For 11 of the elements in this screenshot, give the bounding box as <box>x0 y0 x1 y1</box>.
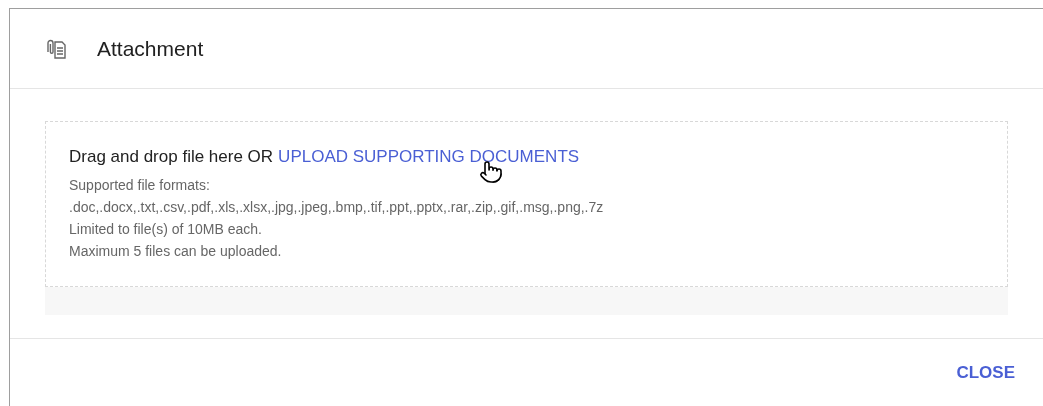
dialog-title: Attachment <box>97 35 204 62</box>
format-note: .doc,.docx,.txt,.csv,.pdf,.xls,.xlsx,.jpg,.jpeg,.bmp,.tif,.ppt,.pptx,.rar,.zip,.gif,.msg,.png,.7z <box>69 197 604 217</box>
format-note: Maximum 5 files can be uploaded. <box>69 241 282 261</box>
close-button[interactable]: CLOSE <box>948 353 1023 392</box>
upload-link[interactable]: UPLOAD SUPPORTING DOCUMENTS <box>278 144 580 170</box>
attachment-document-icon <box>45 38 67 59</box>
drop-zone[interactable] <box>45 121 1008 287</box>
hand-cursor-icon <box>479 160 503 184</box>
format-note: Supported file formats: <box>69 175 210 195</box>
drop-prompt: Drag and drop file here OR <box>69 146 274 168</box>
format-note: Limited to file(s) of 10MB each. <box>69 219 262 239</box>
